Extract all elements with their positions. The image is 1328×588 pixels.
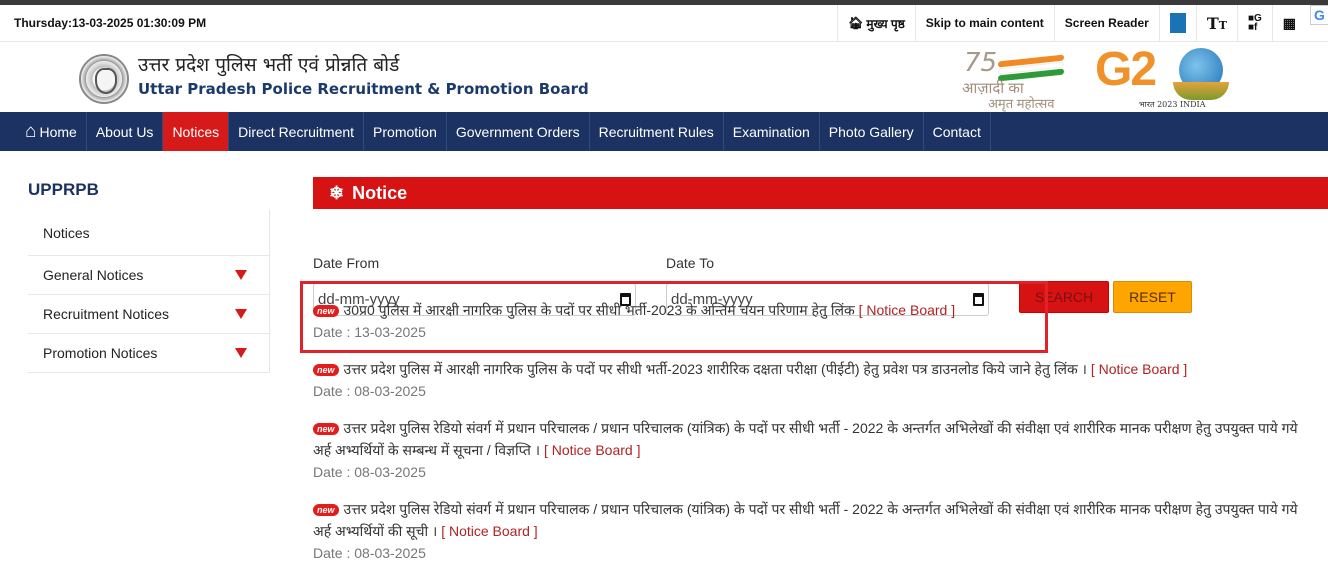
notice-text-line2: अर्ह अभ्यर्थियों की सूची । [ Notice Boar… [313,520,1328,542]
g20-logo: G2 भारत 2023 INDIA [1095,43,1235,110]
social-icon: ■G ■f [1247,13,1262,33]
nav-government-orders[interactable]: Government Orders [447,112,590,151]
sidebar-item-label: Recruitment Notices [43,306,170,322]
notice-item: new उत्तर प्रदेश पुलिस रेडियो संवर्ग में … [313,498,1328,561]
nav-home[interactable]: ⌂ Home [16,112,87,151]
nav-notices[interactable]: Notices [163,112,230,151]
main-content: ❄ Notice Date From Date To dd-mm-yyyy dd… [313,177,1328,319]
g20-g2: G2 [1095,43,1157,96]
home-icon: ⌂ [25,120,37,142]
google-translate-icon[interactable]: G [1310,4,1328,25]
lotus-icon [1173,82,1229,100]
utility-links: 🏠︎ मुख्य पृष्ठ Skip to main content Scre… [837,4,1328,42]
notice-title[interactable]: उ0प्र0 पुलिस में आरक्षी नागरिक पुलिस के … [344,302,855,318]
nav-promotion[interactable]: Promotion [364,112,447,151]
site-title-hindi: उत्तर प्रदेश पुलिस भर्ती एवं प्रोन्नति ब… [138,54,400,76]
home-hindi-label: मुख्य पृष्ठ [866,16,905,31]
sidebar-item-promotion-notices[interactable]: Promotion Notices [28,334,269,373]
notice-item: new उत्तर प्रदेश पुलिस रेडियो संवर्ग में … [313,417,1328,480]
sidebar-title: UPPRPB [28,180,99,199]
notice-board-link[interactable]: [ Notice Board ] [1091,361,1188,377]
home-icon: 🏠︎ [848,16,864,30]
notice-title[interactable]: उत्तर प्रदेश पुलिस रेडियो संवर्ग में प्र… [344,501,1298,517]
skip-to-main-link[interactable]: Skip to main content [914,4,1054,42]
notice-board-link[interactable]: [ Notice Board ] [544,442,641,458]
notice-title[interactable]: उत्तर प्रदेश पुलिस रेडियो संवर्ग में प्र… [344,420,1298,436]
sidebar-item-label: Notices [43,224,90,241]
date-to-label: Date To [666,255,714,271]
sidebar-list: Notices General Notices Recruitment Noti… [28,210,270,373]
new-badge-icon: new [313,504,339,516]
nav-photo-gallery[interactable]: Photo Gallery [820,112,924,151]
notice-date: Date : 08-03-2025 [313,545,426,561]
notice-text-line2: अर्ह अभ्यर्थियों के सम्बन्ध में सूचना / … [313,439,1328,461]
new-badge-icon: new [313,364,339,376]
notice-date: Date : 08-03-2025 [313,464,426,480]
sidebar-item-notices[interactable]: Notices [28,210,269,256]
sidebar-item-general-notices[interactable]: General Notices [28,256,269,295]
home-hindi-link[interactable]: 🏠︎ मुख्य पृष्ठ [837,4,915,42]
current-datetime: Thursday:13-03-2025 01:30:09 PM [14,16,207,30]
g20-subtitle: भारत 2023 INDIA [1139,100,1206,109]
new-badge-icon: new [313,423,339,435]
notice-text: new उ0प्र0 पुलिस में आरक्षी नागरिक पुलिस … [313,299,1328,321]
site-title-english: Uttar Pradesh Police Recruitment & Promo… [138,80,589,98]
notice-item: new उत्तर प्रदेश पुलिस में आरक्षी नागरिक … [313,358,1328,399]
color-swatch-icon [1169,13,1186,33]
sidebar-item-label: Promotion Notices [43,345,158,361]
azadi-text-line2: अमृत महोत्सव [988,96,1055,111]
notice-date: Date : 08-03-2025 [313,383,426,399]
nav-about-us[interactable]: About Us [87,112,164,151]
notice-title[interactable]: उत्तर प्रदेश पुलिस में आरक्षी नागरिक पुल… [344,361,1087,377]
utility-bar: Thursday:13-03-2025 01:30:09 PM 🏠︎ मुख्य… [0,4,1328,42]
notice-board-link[interactable]: [ Notice Board ] [859,302,956,318]
font-size-icon: TT [1206,13,1227,33]
nav-examination[interactable]: Examination [724,112,820,151]
sitemap-button[interactable]: ▦ [1271,4,1306,42]
notice-title-continued[interactable]: अर्ह अभ्यर्थियों की सूची । [313,523,437,539]
new-badge-icon: new [313,305,339,317]
notice-board-link[interactable]: [ Notice Board ] [441,523,538,539]
caret-down-icon [235,309,247,319]
site-header: उत्तर प्रदेश पुलिस भर्ती एवं प्रोन्नति ब… [0,42,1328,112]
main-navigation: ⌂ Home About Us Notices Direct Recruitmen… [0,112,1328,151]
notice-heading: Notice [352,182,408,203]
nav-contact[interactable]: Contact [924,112,991,151]
caret-down-icon [235,270,247,280]
social-links-button[interactable]: ■G ■f [1236,4,1272,42]
g20-text: G2 [1095,42,1157,97]
date-from-label: Date From [313,255,380,271]
snowflake-icon: ❄ [329,182,345,203]
sitemap-icon: ▦ [1282,14,1296,31]
notice-title-continued[interactable]: अर्ह अभ्यर्थियों के सम्बन्ध में सूचना / … [313,442,540,458]
notice-item: new उ0प्र0 पुलिस में आरक्षी नागरिक पुलिस … [313,299,1328,340]
sidebar: UPPRPB Notices General Notices Recruitme… [28,180,270,373]
screen-reader-link[interactable]: Screen Reader [1053,4,1159,42]
color-theme-button[interactable] [1158,4,1196,42]
notice-date: Date : 13-03-2025 [313,324,426,340]
notice-heading-bar: ❄ Notice [313,177,1328,209]
sidebar-item-recruitment-notices[interactable]: Recruitment Notices [28,295,269,334]
nav-direct-recruitment[interactable]: Direct Recruitment [229,112,365,151]
notice-text-line1: new उत्तर प्रदेश पुलिस रेडियो संवर्ग में … [313,498,1328,520]
nav-home-label: Home [39,123,77,140]
notice-text-line1: new उत्तर प्रदेश पुलिस रेडियो संवर्ग में … [313,417,1328,439]
notice-text: new उत्तर प्रदेश पुलिस में आरक्षी नागरिक … [313,358,1328,380]
caret-down-icon [235,348,247,358]
azadi-75-text: 75 [964,48,998,78]
upprpb-emblem-logo[interactable] [79,54,129,104]
sidebar-item-label: General Notices [43,267,144,283]
notice-list: new उ0प्र0 पुलिस में आरक्षी नागरिक पुलिस … [313,299,1328,579]
font-size-button[interactable]: TT [1195,4,1237,42]
nav-recruitment-rules[interactable]: Recruitment Rules [590,112,724,151]
azadi-ka-amrit-mahotsav-logo: 75 आज़ादी का अमृत महोत्सव [962,48,1082,111]
